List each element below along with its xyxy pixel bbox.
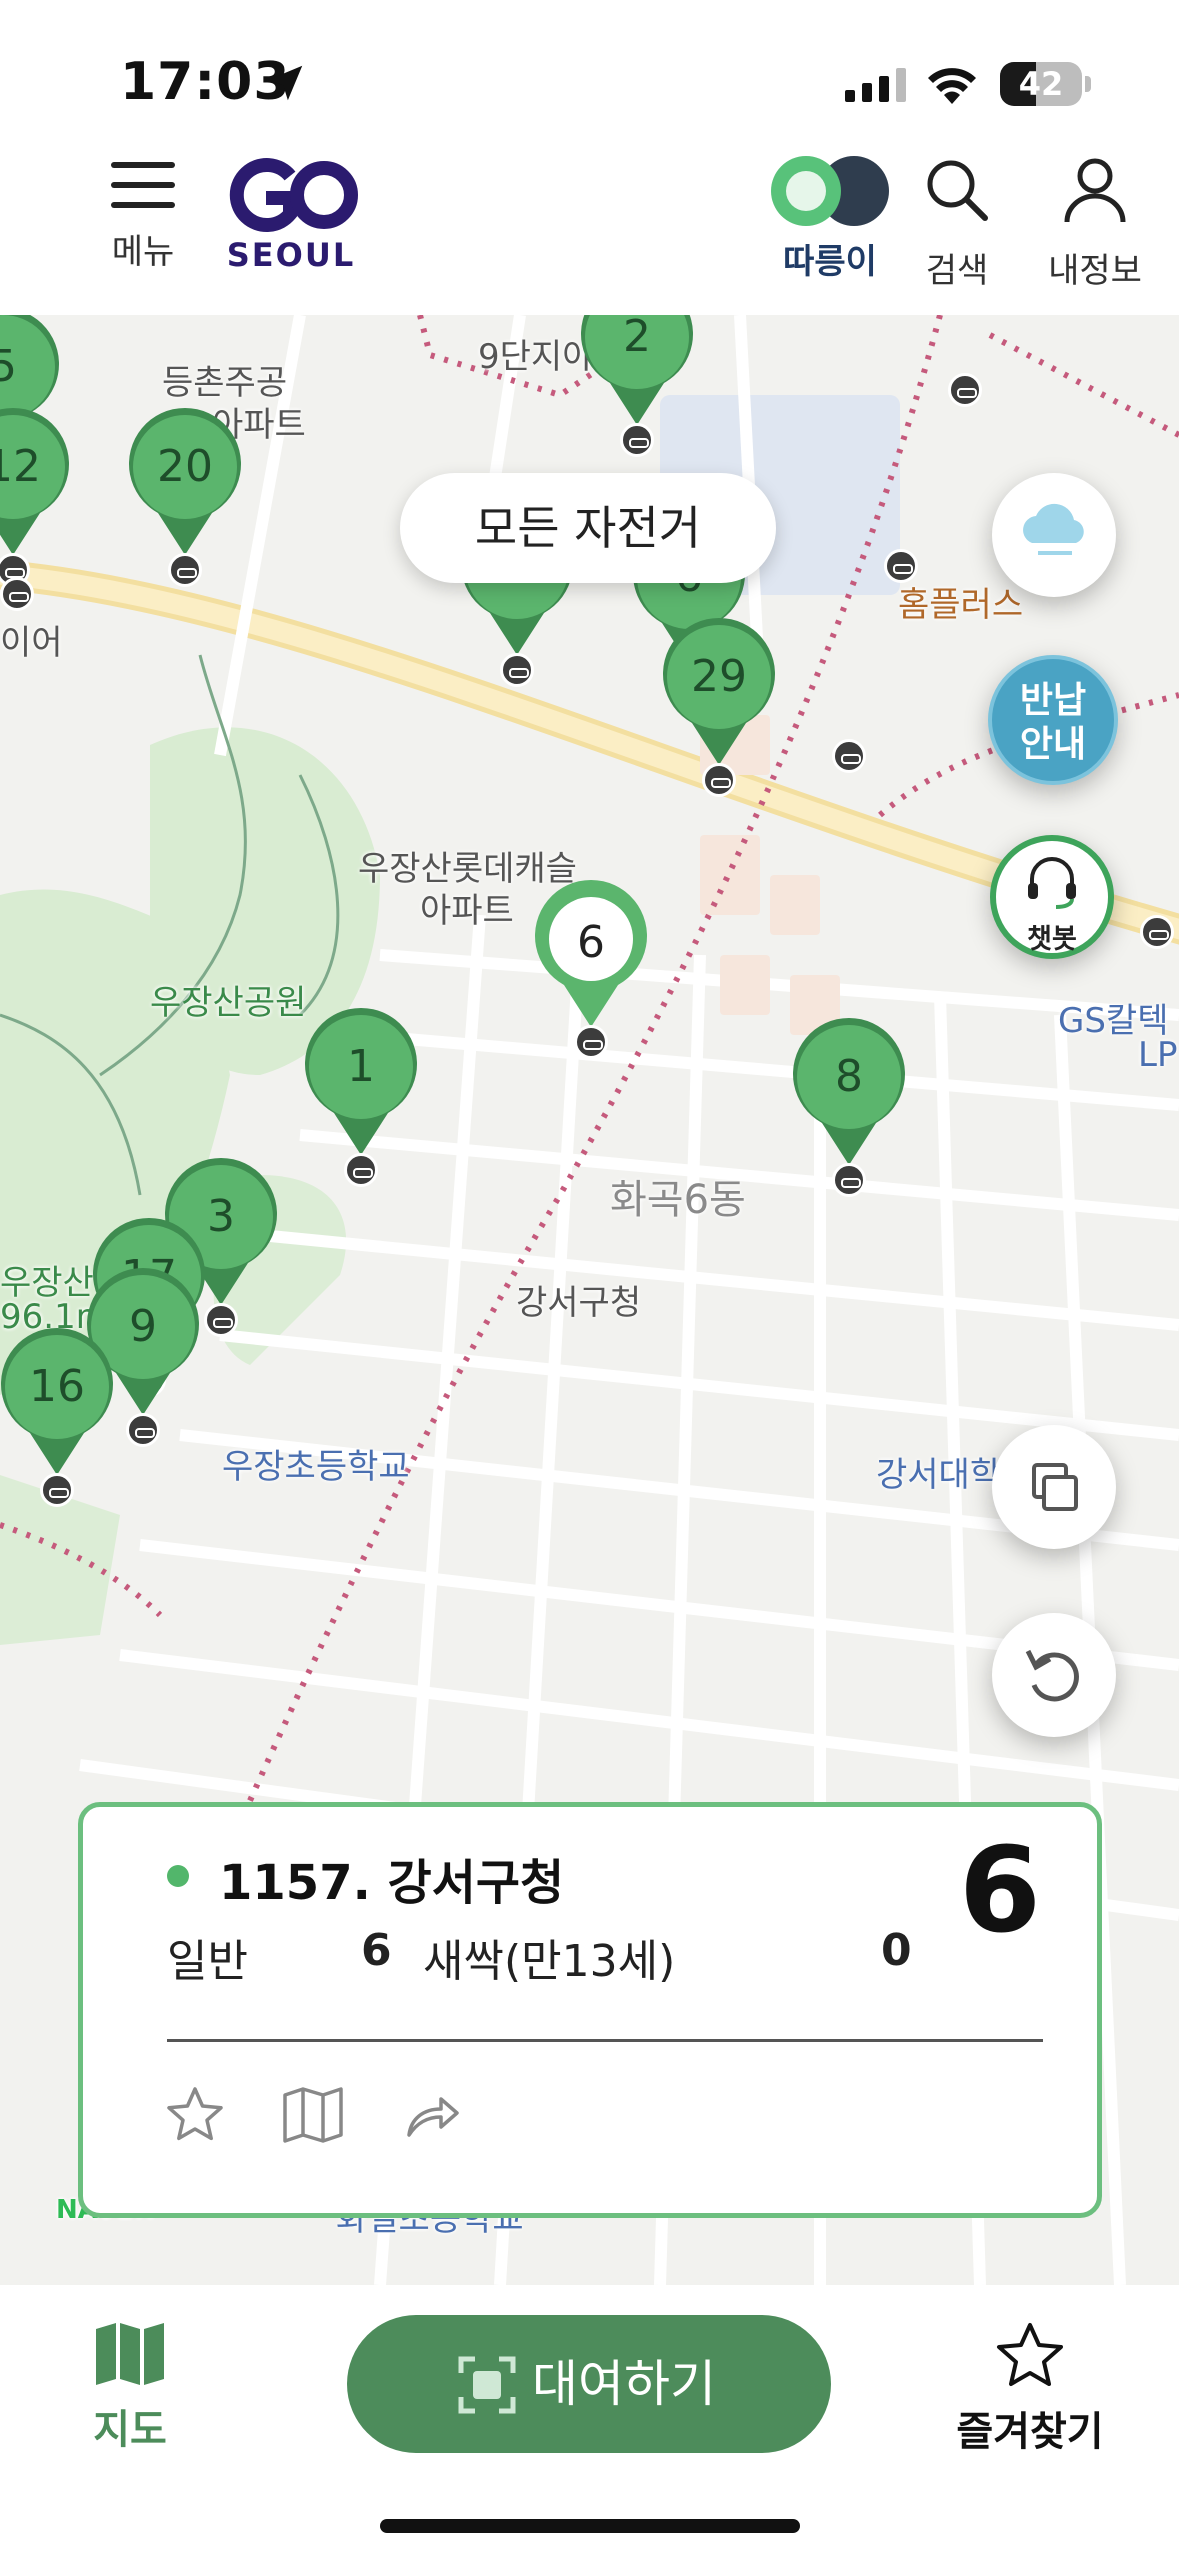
headset-icon [1028, 857, 1076, 909]
map-label-dong: 화곡6동 [610, 1177, 746, 1223]
youth-value: 0 [881, 1925, 912, 1976]
tab-map[interactable]: 지도 [70, 2321, 190, 2455]
station-info-card[interactable]: 1157. 강서구청 6 일반 6 새싹(만13세) 0 [78, 1802, 1102, 2218]
map-tab-icon [96, 2323, 164, 2385]
bike-filter-button[interactable]: 모든 자전거 [400, 473, 776, 583]
ttareungi-toggle-button[interactable]: 따릉이 [770, 156, 890, 283]
weather-button[interactable] [992, 473, 1116, 597]
bike-station-dot[interactable] [0, 577, 34, 611]
station-pin[interactable]: 12 [0, 405, 76, 565]
menu-label: 메뉴 [111, 232, 175, 272]
station-pin-count: 2 [623, 315, 651, 362]
favorite-star-icon[interactable] [163, 2083, 227, 2147]
bike-station-dot[interactable] [702, 763, 736, 797]
menu-button[interactable]: 메뉴 [100, 158, 186, 273]
station-pin-count: 5 [0, 341, 17, 392]
layers-button[interactable] [992, 1425, 1116, 1549]
status-dot [167, 1865, 189, 1887]
search-icon [927, 160, 988, 221]
rent-button[interactable]: 대여하기 [347, 2315, 831, 2453]
refresh-button[interactable] [992, 1613, 1116, 1737]
map-label-gangseo-univ: 강서대학 [876, 1455, 1002, 1495]
profile-button[interactable]: 내정보 [1040, 156, 1150, 292]
map-label-park: 우장산공원 [150, 983, 307, 1023]
favorites-star-icon [997, 2323, 1063, 2386]
qr-scan-icon [458, 2356, 516, 2414]
bike-station-dot[interactable] [40, 1473, 74, 1507]
station-pin-count: 1 [347, 1041, 375, 1092]
map-label-gs-lp: LP [1138, 1035, 1178, 1075]
station-pin[interactable]: 29 [656, 615, 782, 775]
location-arrow-icon [267, 65, 303, 101]
map-label-edge: 이어 [0, 623, 63, 663]
station-pin-count: 12 [0, 441, 41, 492]
tab-favorites[interactable]: 즐겨찾기 [940, 2321, 1120, 2457]
profile-label: 내정보 [1048, 251, 1142, 291]
chatbot-label: 챗봇 [1027, 924, 1077, 955]
selected-station-pin[interactable]: 6 [528, 877, 654, 1037]
bike-station-dot[interactable] [832, 1163, 866, 1197]
map-view-icon[interactable] [281, 2083, 345, 2147]
battery-indicator: 42 [1000, 62, 1091, 106]
battery-level: 42 [1018, 65, 1064, 103]
general-label: 일반 [167, 1936, 248, 1987]
station-title: 1157. 강서구청 [219, 1855, 565, 1911]
return-guide-button[interactable]: 반납 안내 [988, 655, 1118, 785]
map-label-ujang-school: 우장초등학교 [222, 1447, 410, 1487]
station-pin[interactable]: 8 [786, 1015, 912, 1175]
logo-text: SEOUL [226, 236, 356, 274]
search-button[interactable]: 검색 [912, 156, 1002, 292]
home-indicator [380, 2519, 800, 2533]
map-tab-label: 지도 [93, 2407, 167, 2453]
bike-station-dot[interactable] [126, 1413, 160, 1447]
bike-station-dot[interactable] [1140, 915, 1174, 949]
bike-station-dot[interactable] [574, 1025, 608, 1059]
bike-station-dot[interactable] [884, 549, 918, 583]
cloud-icon [1023, 503, 1084, 555]
map-label-gu-office: 강서구청 [516, 1283, 642, 1323]
total-bike-count: 6 [958, 1821, 1041, 1959]
station-pin[interactable]: 16 [0, 1325, 120, 1485]
search-label: 검색 [925, 251, 989, 291]
station-pin-count: 16 [29, 1361, 85, 1412]
bike-station-dot[interactable] [620, 423, 654, 457]
bike-station-dot[interactable] [948, 373, 982, 407]
go-seoul-logo: SEOUL [220, 154, 362, 274]
layers-icon [1032, 1463, 1078, 1511]
toggle-icon [771, 156, 889, 226]
rent-label: 대여하기 [532, 2355, 716, 2413]
bike-station-dot[interactable] [500, 653, 534, 687]
bottom-navigation: 지도 대여하기 즐겨찾기 [0, 2285, 1179, 2556]
station-pin[interactable]: 1 [298, 1005, 424, 1165]
station-pin-count: 20 [157, 441, 213, 492]
cellular-signal-icon [845, 68, 906, 102]
app-header: 메뉴 SEOUL 따릉이 검색 내정보 [0, 150, 1179, 315]
map-label-lotte-apt: 아파트 [420, 891, 514, 931]
general-value: 6 [361, 1925, 392, 1976]
station-pin-count: 8 [835, 1051, 863, 1102]
station-pin[interactable]: 20 [122, 405, 248, 565]
station-pin-count: 29 [691, 651, 747, 702]
bike-station-dot[interactable] [832, 739, 866, 773]
go-logo-mark [229, 158, 358, 232]
favorites-tab-label: 즐겨찾기 [956, 2409, 1104, 2455]
share-icon[interactable] [399, 2083, 463, 2147]
chatbot-button[interactable]: 챗봇 [990, 835, 1114, 959]
status-bar: 17:03 42 [0, 0, 1179, 150]
return-guide-label: 반납 안내 [1019, 680, 1087, 765]
ttareungi-label: 따릉이 [783, 242, 877, 282]
person-icon [1064, 158, 1126, 223]
station-pin[interactable]: 2 [574, 315, 700, 435]
hamburger-icon [111, 158, 175, 212]
bike-station-dot[interactable] [168, 553, 202, 587]
bike-station-dot[interactable] [344, 1153, 378, 1187]
station-pin-count: 6 [577, 917, 605, 968]
card-divider [167, 2039, 1043, 2042]
wifi-icon [928, 68, 976, 104]
youth-label: 새싹(만13세) [423, 1936, 676, 1987]
refresh-icon [1025, 1649, 1079, 1702]
